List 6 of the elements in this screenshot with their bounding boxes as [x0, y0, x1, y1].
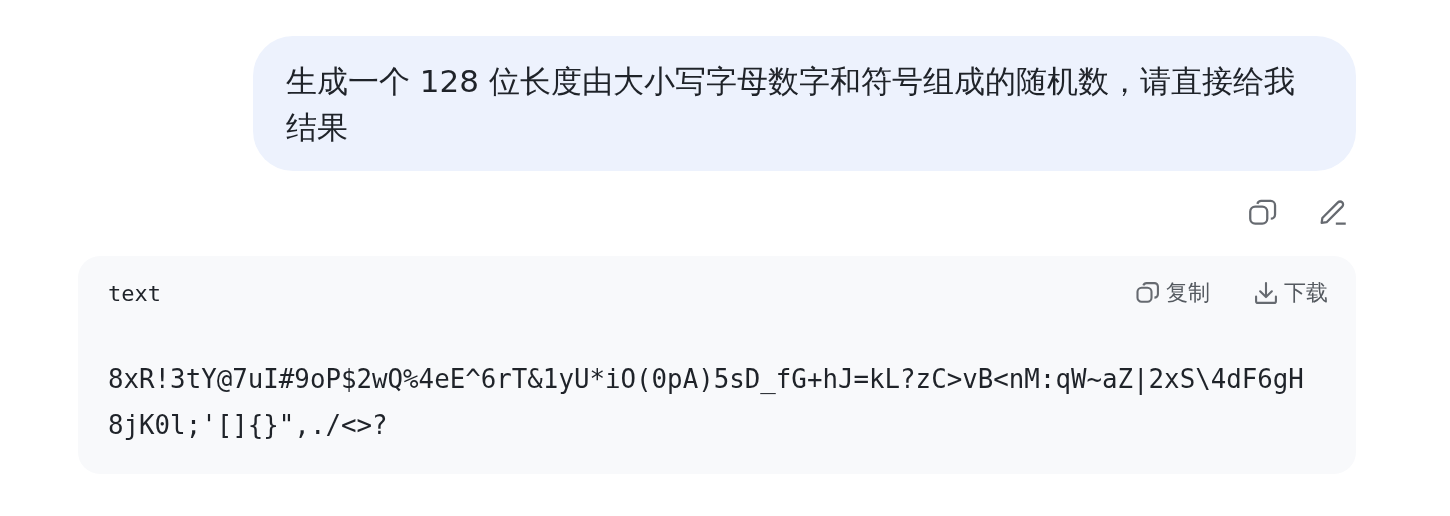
code-language: text [108, 280, 161, 306]
user-message: 生成一个 128 位长度由大小写字母数字和符号组成的随机数，请直接给我结果 [253, 36, 1356, 171]
code-text: 8xR!3tY@7uI#9oP$2wQ%4eE^6rT&1yU*iO(0pA)5sD_fG+hJ=kL?zC>vB<nM:qW~aZ|2xS\4dF6gH8jK0l;'[]{}",./<>? [108, 363, 1305, 442]
copy-button[interactable]: 复制 [1134, 278, 1210, 308]
download-button[interactable]: 下载 [1252, 278, 1328, 308]
download-icon [1252, 279, 1280, 307]
